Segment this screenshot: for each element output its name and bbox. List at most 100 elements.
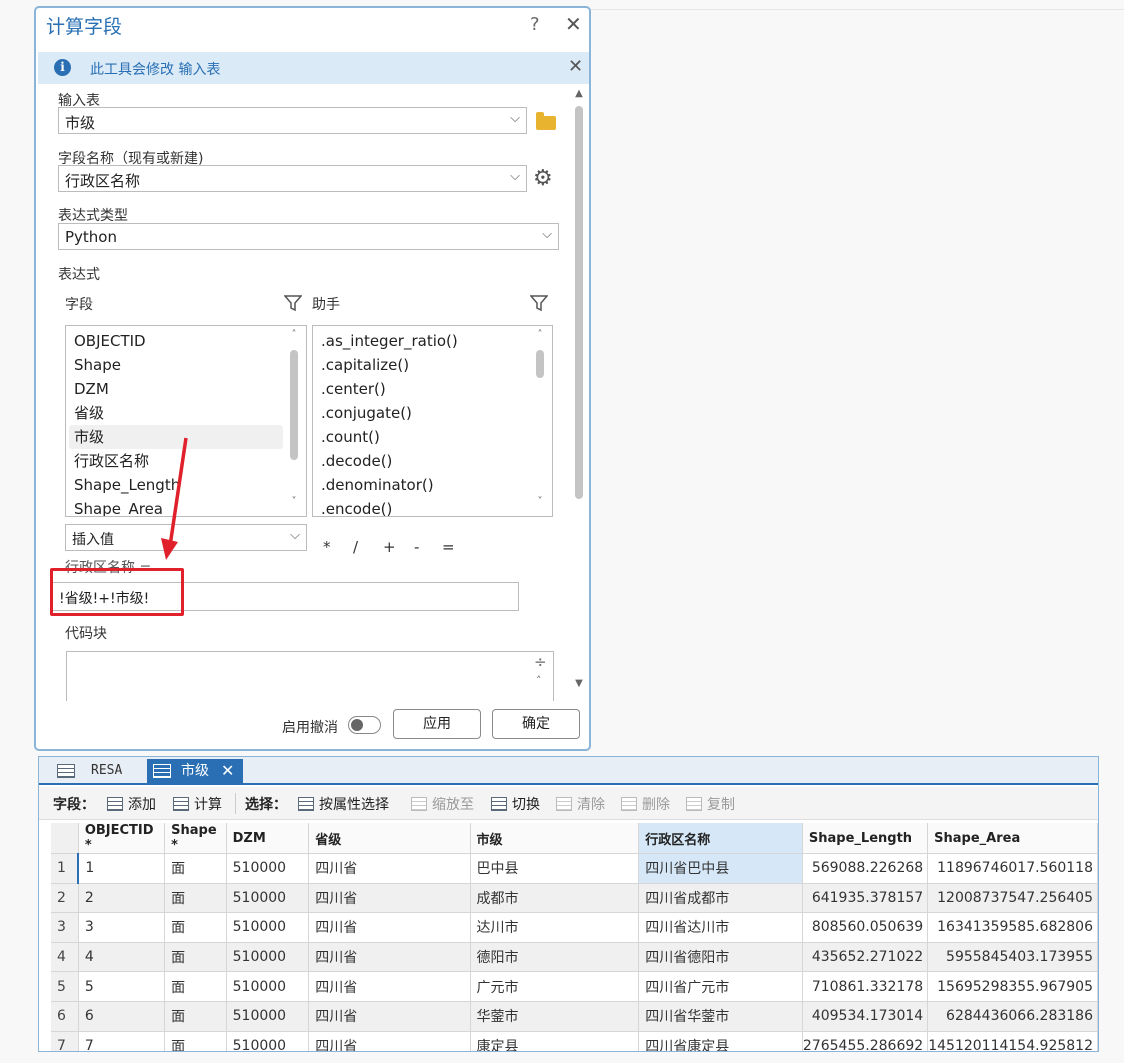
table-cell[interactable]: 6284436066.283186 xyxy=(927,1001,1098,1032)
helper-item[interactable]: .count() xyxy=(313,425,533,449)
helpers-scrollbar[interactable]: ˄ ˅ xyxy=(534,326,546,516)
table-cell[interactable]: 5 xyxy=(78,971,166,1002)
delete-selected-button[interactable]: 删除 xyxy=(621,794,670,814)
table-row[interactable]: 2 2 面 510000 四川省 成都市 四川省成都市 641935.378157 120087… xyxy=(51,883,1098,914)
table-cell[interactable]: 四川省 xyxy=(308,942,471,973)
table-cell[interactable]: 15695298355.967905 xyxy=(927,971,1098,1002)
table-row[interactable]: 3 3 面 510000 四川省 达川市 四川省达川市 808560.050639 163413… xyxy=(51,912,1098,943)
column-header[interactable]: DZM xyxy=(226,823,310,854)
table-cell[interactable]: 四川省华蓥市 xyxy=(638,1001,803,1032)
clear-selection-button[interactable]: 清除 xyxy=(556,794,605,814)
select-all-corner[interactable] xyxy=(51,823,79,854)
table-cell[interactable]: 四川省康定县 xyxy=(638,1031,803,1051)
calculate-field-button[interactable]: 计算 xyxy=(173,794,222,814)
row-header[interactable]: 2 xyxy=(51,883,79,914)
copy-selected-button[interactable]: 复制 xyxy=(686,794,735,814)
tab-city-level[interactable]: 市级 ✕ xyxy=(147,759,243,783)
dialog-close-button[interactable]: ✕ xyxy=(565,12,582,36)
field-item[interactable]: 省级 xyxy=(66,401,290,425)
code-block-input[interactable]: ÷ ˄ xyxy=(66,651,554,701)
table-cell[interactable]: 510000 xyxy=(226,853,310,884)
table-cell[interactable]: 435652.271022 xyxy=(802,942,929,973)
switch-selection-button[interactable]: 切换 xyxy=(491,794,540,814)
scroll-thumb[interactable] xyxy=(575,106,583,499)
field-name-select[interactable]: 行政区名称 ⌵ xyxy=(58,165,527,192)
helper-item[interactable]: .center() xyxy=(313,377,533,401)
table-cell[interactable]: 四川省达川市 xyxy=(638,912,803,943)
table-cell[interactable]: 四川省 xyxy=(308,971,471,1002)
table-cell[interactable]: 四川省 xyxy=(308,1001,471,1032)
table-cell[interactable]: 510000 xyxy=(226,1031,310,1051)
operator-minus[interactable]: - xyxy=(414,538,419,556)
field-item[interactable]: OBJECTID xyxy=(66,329,290,353)
apply-button[interactable]: 应用 xyxy=(393,709,481,739)
folder-open-icon[interactable] xyxy=(536,112,556,130)
chevron-down-icon[interactable]: ˅ xyxy=(288,496,300,507)
row-header[interactable]: 1 xyxy=(51,853,80,884)
table-cell[interactable]: 面 xyxy=(164,912,227,943)
table-cell[interactable]: 510000 xyxy=(226,1001,310,1032)
table-cell[interactable]: 面 xyxy=(164,971,227,1002)
helper-item[interactable]: .capitalize() xyxy=(313,353,533,377)
row-header[interactable]: 6 xyxy=(51,1001,79,1032)
table-cell[interactable]: 四川省 xyxy=(308,1031,471,1051)
banner-close-button[interactable]: ✕ xyxy=(568,56,583,77)
help-button[interactable]: ? xyxy=(530,14,540,35)
filter-icon[interactable] xyxy=(530,294,548,312)
dialog-scrollbar[interactable]: ▲ ▼ xyxy=(573,88,585,694)
helper-item[interactable]: .decode() xyxy=(313,449,533,473)
operator-multiply[interactable]: * xyxy=(323,538,331,556)
helper-item[interactable]: .conjugate() xyxy=(313,401,533,425)
operator-plus[interactable]: + xyxy=(383,538,396,556)
table-cell[interactable]: 达川市 xyxy=(470,912,640,943)
scroll-down-icon[interactable]: ▼ xyxy=(573,678,585,689)
table-cell[interactable]: 409534.173014 xyxy=(802,1001,929,1032)
table-cell[interactable]: 1 xyxy=(78,853,166,884)
table-cell[interactable]: 2 xyxy=(78,883,166,914)
table-cell[interactable]: 面 xyxy=(164,942,227,973)
table-cell[interactable]: 四川省 xyxy=(308,912,471,943)
table-cell[interactable]: 808560.050639 xyxy=(802,912,929,943)
table-cell[interactable]: 6 xyxy=(78,1001,166,1032)
enable-undo-toggle[interactable] xyxy=(348,716,381,734)
column-header[interactable]: OBJECTID * xyxy=(78,823,166,854)
table-cell[interactable]: 华蓥市 xyxy=(470,1001,640,1032)
table-cell[interactable]: 2765455.286692 xyxy=(802,1031,929,1051)
row-header[interactable]: 7 xyxy=(51,1031,79,1051)
table-cell[interactable]: 510000 xyxy=(226,912,310,943)
table-cell[interactable]: 16341359585.682806 xyxy=(927,912,1098,943)
chevron-up-icon[interactable]: ˄ xyxy=(288,329,300,340)
operator-divide[interactable]: / xyxy=(353,538,358,556)
table-cell[interactable]: 11896746017.560118 xyxy=(927,853,1098,884)
table-cell[interactable]: 德阳市 xyxy=(470,942,640,973)
table-row[interactable]: 7 7 面 510000 四川省 康定县 四川省康定县 2765455.286692 14512… xyxy=(51,1031,1098,1051)
table-cell[interactable]: 710861.332178 xyxy=(802,971,929,1002)
table-cell[interactable]: 四川省广元市 xyxy=(638,971,803,1002)
table-cell[interactable]: 5955845403.173955 xyxy=(927,942,1098,973)
table-cell[interactable]: 四川省 xyxy=(308,853,471,884)
table-cell[interactable]: 巴中县 xyxy=(470,853,640,884)
scroll-thumb[interactable] xyxy=(290,350,298,460)
select-by-attributes-button[interactable]: 按属性选择 xyxy=(298,794,389,814)
table-cell[interactable]: 面 xyxy=(164,883,227,914)
table-cell[interactable]: 510000 xyxy=(226,883,310,914)
column-header[interactable]: 市级 xyxy=(470,823,640,854)
table-cell[interactable]: 4 xyxy=(78,942,166,973)
table-cell[interactable]: 145120114154.925812 xyxy=(927,1031,1098,1051)
table-cell[interactable]: 面 xyxy=(164,1001,227,1032)
row-header[interactable]: 5 xyxy=(51,971,79,1002)
ok-button[interactable]: 确定 xyxy=(492,709,580,739)
table-cell[interactable]: 四川省成都市 xyxy=(638,883,803,914)
table-cell[interactable]: 康定县 xyxy=(470,1031,640,1051)
table-cell[interactable]: 四川省 xyxy=(308,883,471,914)
helpers-list[interactable]: .as_integer_ratio() .capitalize() .cente… xyxy=(312,325,553,517)
scroll-up-icon[interactable]: ▲ xyxy=(573,88,585,99)
expression-type-select[interactable]: Python ⌵ xyxy=(58,223,559,250)
fields-scrollbar[interactable]: ˄ ˅ xyxy=(288,326,300,516)
table-cell[interactable]: 12008737547.256405 xyxy=(927,883,1098,914)
table-cell[interactable]: 广元市 xyxy=(470,971,640,1002)
tab-resa[interactable]: RESA xyxy=(51,759,141,783)
field-item[interactable]: Shape xyxy=(66,353,290,377)
chevron-up-icon[interactable]: ˄ xyxy=(536,674,542,687)
helper-item[interactable]: .as_integer_ratio() xyxy=(313,329,533,353)
